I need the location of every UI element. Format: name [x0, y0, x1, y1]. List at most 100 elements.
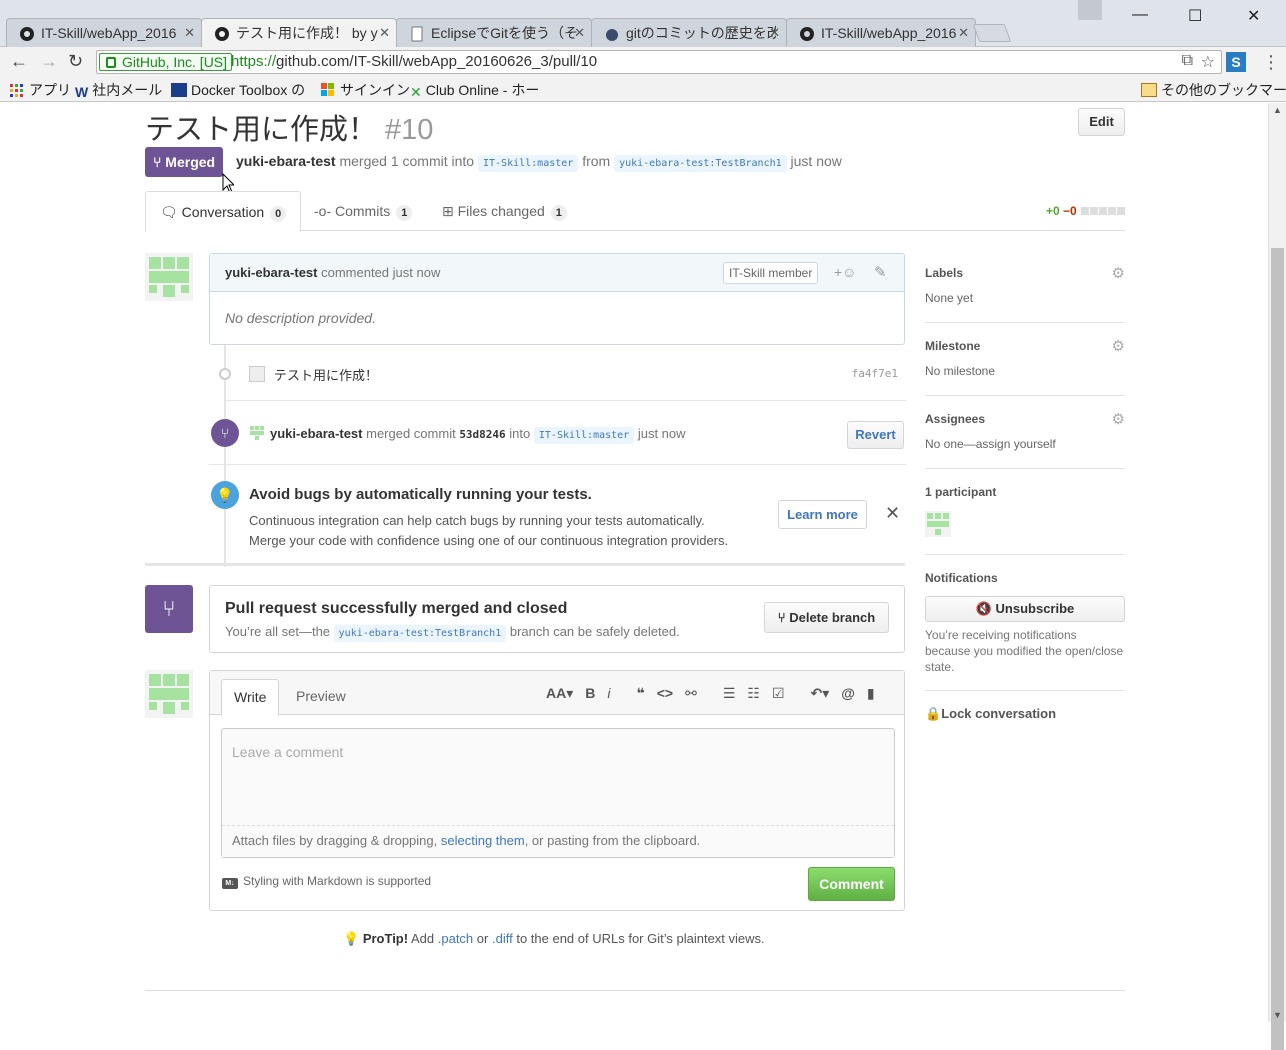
- star-icon[interactable]: ☆: [1201, 52, 1215, 72]
- close-icon[interactable]: ✕: [574, 19, 585, 47]
- avatar[interactable]: [145, 670, 193, 718]
- footer-divider: [145, 990, 1125, 991]
- mention-icon[interactable]: @: [841, 685, 855, 701]
- comment-author[interactable]: yuki-ebara-test: [225, 265, 317, 280]
- bookmark-signin[interactable]: サインイン: [320, 80, 410, 100]
- member-badge: IT-Skill member: [723, 262, 819, 284]
- close-icon[interactable]: ✕: [184, 19, 195, 47]
- browser-tab-1[interactable]: IT-Skill/webApp_2016 ✕: [6, 18, 202, 47]
- add-reaction-icon[interactable]: +☺: [834, 254, 856, 291]
- task-list-icon[interactable]: ☑: [772, 685, 785, 701]
- forward-icon[interactable]: →: [40, 51, 58, 72]
- select-files-link[interactable]: selecting them: [441, 833, 525, 848]
- maximize-icon[interactable]: ☐: [1188, 6, 1202, 26]
- scroll-thumb[interactable]: [1271, 248, 1284, 1050]
- tab-label: テスト用に作成！ by y: [236, 25, 378, 41]
- head-ref[interactable]: yuki-ebara-test:TestBranch1: [333, 625, 507, 642]
- bookmark-apps[interactable]: アプリ: [9, 80, 71, 100]
- markdown-toolbar: AA▾ Bi ❝ <> ⚯ ☰ ☷ ☑ ↶▾ @ ▮: [546, 685, 887, 702]
- delete-branch-button[interactable]: ⑂ Delete branch: [764, 602, 889, 633]
- gear-icon[interactable]: ⚙: [1112, 264, 1125, 282]
- commit-dot-icon: [219, 368, 231, 380]
- profile-icon[interactable]: [1078, 0, 1102, 20]
- commit-sha[interactable]: fa4f7e1: [852, 367, 898, 380]
- head-ref[interactable]: yuki-ebara-test:TestBranch1: [614, 155, 787, 172]
- window-close-icon[interactable]: ✕: [1247, 6, 1260, 26]
- link-icon[interactable]: ⚯: [685, 685, 697, 701]
- microsoft-icon: [321, 83, 334, 96]
- edit-button[interactable]: Edit: [1078, 108, 1125, 136]
- learn-more-button[interactable]: Learn more: [778, 500, 867, 529]
- numbered-list-icon[interactable]: ☷: [747, 685, 760, 701]
- tab-write[interactable]: Write: [221, 679, 280, 716]
- reply-icon[interactable]: ↶▾: [811, 685, 830, 701]
- patch-link[interactable]: .patch: [438, 931, 473, 946]
- comment-textarea[interactable]: Leave a comment Attach files by dragging…: [221, 728, 895, 858]
- revert-button[interactable]: Revert: [847, 421, 904, 449]
- bullet-list-icon[interactable]: ☰: [723, 685, 736, 701]
- address-bar[interactable]: GitHub, Inc. [US] https://github.com/IT-…: [96, 50, 1222, 74]
- attach-files[interactable]: Attach files by dragging & dropping, sel…: [222, 825, 894, 857]
- menu-icon[interactable]: ⋮: [1262, 52, 1280, 73]
- avatar[interactable]: [145, 253, 193, 301]
- assign-yourself-link[interactable]: No one—assign yourself: [925, 437, 1125, 451]
- browser-tab-4[interactable]: gitのコミットの歴史を改 ✕: [591, 18, 787, 47]
- diff-link[interactable]: .diff: [492, 931, 513, 946]
- close-icon[interactable]: ✕: [958, 19, 969, 47]
- bold-icon[interactable]: B: [585, 685, 595, 701]
- close-icon[interactable]: ✕: [769, 19, 780, 47]
- minimize-icon[interactable]: —: [1132, 6, 1148, 24]
- state-badge-merged: ⑂ Merged: [145, 147, 224, 177]
- commit-message[interactable]: テスト用に作成！: [274, 365, 378, 384]
- gear-icon[interactable]: ⚙: [1112, 337, 1125, 355]
- page-content: テスト用に作成！ #10 Edit ⑂ Merged yuki-ebara-tes…: [0, 103, 1268, 1022]
- tab-label: IT-Skill/webApp_2016: [41, 25, 177, 41]
- extension-icon[interactable]: S: [1226, 52, 1246, 72]
- bookmark-icon[interactable]: ▮: [867, 685, 875, 701]
- tab-preview[interactable]: Preview: [284, 679, 358, 716]
- browser-tab-2[interactable]: テスト用に作成！ by y ✕: [201, 18, 397, 48]
- scrollbar[interactable]: ▲ ▼: [1268, 103, 1286, 1050]
- pencil-icon[interactable]: ✎: [874, 254, 887, 291]
- reload-icon[interactable]: ↻: [68, 51, 83, 72]
- avatar[interactable]: [925, 511, 951, 537]
- scroll-down-icon[interactable]: ▼: [1273, 1010, 1282, 1020]
- merge-sha[interactable]: 53d8246: [459, 428, 505, 441]
- bookmark-club-online[interactable]: ✕ Club Online - ホー: [410, 80, 539, 100]
- tab-conversation[interactable]: 🗨 Conversation 0: [145, 191, 302, 232]
- comment-button[interactable]: Comment: [808, 867, 895, 901]
- back-icon[interactable]: ←: [10, 51, 28, 72]
- markdown-note[interactable]: M↓ Styling with Markdown is supported: [222, 874, 431, 889]
- text-size-icon[interactable]: AA▾: [546, 685, 573, 701]
- apps-grid-icon: [10, 84, 23, 97]
- bookmark-docker[interactable]: Docker Toolbox の: [171, 80, 305, 100]
- lock-conversation-link[interactable]: 🔒Lock conversation: [925, 706, 1056, 722]
- translate-icon[interactable]: ⧉: [1182, 52, 1193, 70]
- comment-body: No description provided.: [225, 310, 376, 326]
- tab-commits[interactable]: -o- Commits 1: [300, 191, 426, 232]
- avatar[interactable]: [249, 366, 265, 382]
- author-link[interactable]: yuki-ebara-test: [236, 153, 336, 169]
- security-badge[interactable]: GitHub, Inc. [US]: [99, 53, 233, 71]
- new-tab-button[interactable]: [972, 24, 1012, 42]
- page-title: テスト用に作成！ #10: [145, 114, 434, 146]
- scroll-up-icon[interactable]: ▲: [1273, 105, 1282, 115]
- italic-icon[interactable]: i: [607, 685, 610, 701]
- base-ref[interactable]: IT-Skill:master: [533, 427, 635, 444]
- bookmarks-bar: アプリ W 社内メール Docker Toolbox の サインイン ✕ Club …: [0, 77, 1286, 102]
- gear-icon[interactable]: ⚙: [1112, 410, 1125, 428]
- browser-tab-3[interactable]: EclipseでGitを使う（そ ✕: [396, 18, 592, 47]
- bookmark-other[interactable]: その他のブックマーク: [1141, 80, 1286, 100]
- tab-files-changed[interactable]: ⊞ Files changed 1: [428, 191, 581, 232]
- unsubscribe-button[interactable]: 🔇 Unsubscribe: [925, 596, 1125, 622]
- base-ref[interactable]: IT-Skill:master: [477, 155, 579, 172]
- close-icon[interactable]: ✕: [379, 19, 390, 47]
- url-text[interactable]: https://github.com/IT-Skill/webApp_20160…: [231, 53, 597, 70]
- browser-tab-5[interactable]: IT-Skill/webApp_2016 ✕: [786, 18, 976, 47]
- close-icon[interactable]: ✕: [885, 503, 900, 524]
- quote-icon[interactable]: ❝: [637, 685, 645, 701]
- ci-suggestion: 💡 Avoid bugs by automatically running yo…: [209, 465, 906, 563]
- bookmark-mail[interactable]: W 社内メール: [75, 80, 162, 100]
- avatar[interactable]: [249, 425, 265, 441]
- code-icon[interactable]: <>: [657, 685, 673, 701]
